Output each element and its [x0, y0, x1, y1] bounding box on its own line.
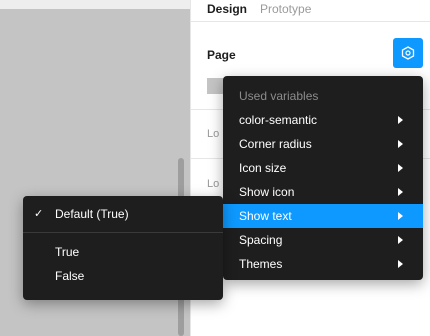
panel-row-label: Lo: [207, 128, 220, 140]
chevron-right-icon: [398, 236, 403, 244]
checkmark-icon: ✓: [34, 208, 44, 220]
menu-item-label: Icon size: [239, 161, 287, 175]
menu-item-label: Corner radius: [239, 137, 312, 151]
submenu-option-false[interactable]: False: [23, 264, 223, 288]
submenu-option-label: True: [55, 245, 80, 259]
menu-item-label: Themes: [239, 257, 283, 271]
menu-item-label: color-semantic: [239, 113, 318, 127]
panel-tabs: Design Prototype: [191, 0, 430, 22]
menu-item-color-semantic[interactable]: color-semantic: [223, 108, 423, 132]
submenu-option-label: False: [55, 269, 85, 283]
panel-row-label: Lo: [207, 178, 220, 190]
chevron-right-icon: [398, 260, 403, 268]
submenu-divider: [23, 232, 223, 233]
apply-variables-button[interactable]: [393, 38, 423, 68]
tab-prototype[interactable]: Prototype: [260, 2, 311, 16]
variables-menu: Used variables color-semantic Corner rad…: [223, 76, 423, 280]
menu-item-show-text[interactable]: Show text: [223, 204, 423, 228]
menu-item-icon-size[interactable]: Icon size: [223, 156, 423, 180]
submenu-option-true[interactable]: True: [23, 240, 223, 264]
chevron-right-icon: [398, 164, 403, 172]
tab-design[interactable]: Design: [207, 2, 247, 16]
menu-header: Used variables: [239, 89, 319, 103]
submenu-option-label: Default (True): [55, 207, 129, 221]
menu-item-corner-radius[interactable]: Corner radius: [223, 132, 423, 156]
variables-hexagon-icon: [401, 46, 415, 60]
canvas-top-strip: [0, 0, 190, 9]
menu-item-label: Spacing: [239, 233, 283, 247]
menu-item-label: Show icon: [239, 185, 295, 199]
menu-item-label: Show text: [239, 209, 292, 223]
menu-item-spacing[interactable]: Spacing: [223, 228, 423, 252]
chevron-right-icon: [398, 212, 403, 220]
menu-item-themes[interactable]: Themes: [223, 252, 423, 276]
chevron-right-icon: [398, 116, 403, 124]
menu-item-show-icon[interactable]: Show icon: [223, 180, 423, 204]
chevron-right-icon: [398, 140, 403, 148]
page-section-title: Page: [207, 48, 236, 62]
submenu-option-default[interactable]: ✓ Default (True): [23, 202, 223, 226]
chevron-right-icon: [398, 188, 403, 196]
show-text-submenu: ✓ Default (True) True False: [23, 196, 223, 300]
